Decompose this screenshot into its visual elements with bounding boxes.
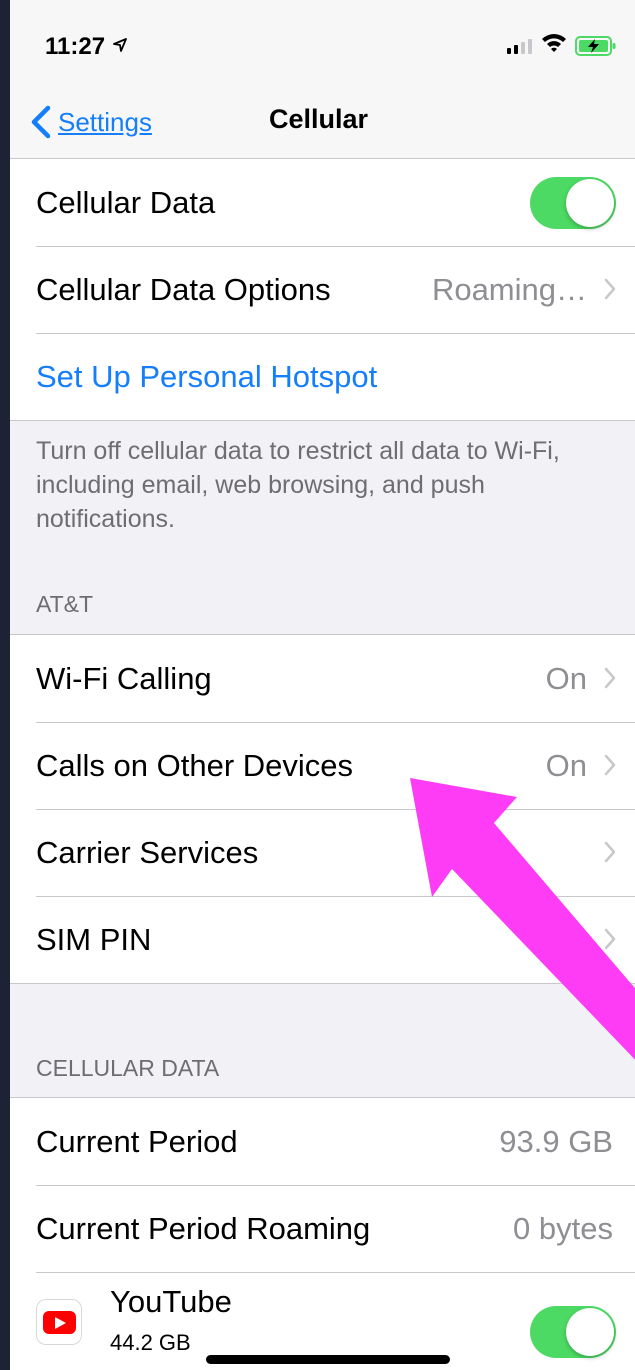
phone-screen: 11:27 Settings Cellular Cellular Data Ce… [10, 0, 635, 1370]
annotation-arrow [410, 778, 635, 1060]
